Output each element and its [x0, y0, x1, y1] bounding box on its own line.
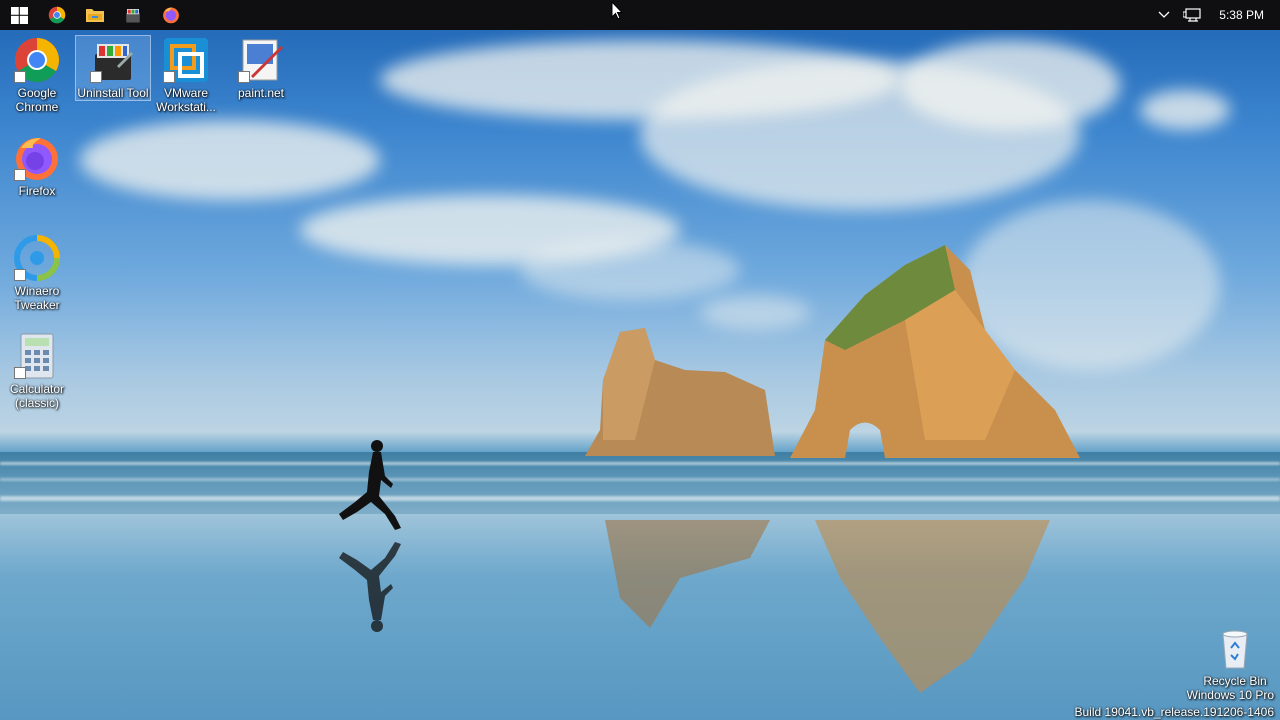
wallpaper-rock-reflection [815, 520, 1050, 693]
desktop-icon-label: VMware Workstati... [156, 86, 216, 114]
taskbar: 5:38 PM [0, 0, 1280, 30]
desktop-icon-uninstall-tool[interactable]: Uninstall Tool [75, 35, 151, 101]
calculator-icon [13, 332, 61, 380]
desktop-icon-calculator-classic[interactable]: Calculator (classic) [0, 332, 74, 410]
wallpaper-cloud [80, 120, 380, 200]
wallpaper-surf [0, 478, 1280, 481]
taskbar-firefox-button[interactable] [152, 0, 190, 30]
chrome-taskbar-icon [48, 6, 66, 24]
chevron-up-icon [1158, 11, 1170, 18]
network-icon [1183, 8, 1201, 22]
shortcut-arrow-icon [14, 269, 26, 281]
shortcut-arrow-icon [14, 367, 26, 379]
recycle-bin-icon [1211, 624, 1259, 672]
desktop-icon-label: Firefox [18, 184, 56, 198]
taskbar-clock[interactable]: 5:38 PM [1205, 8, 1280, 22]
firefox-taskbar-icon [163, 7, 179, 24]
mouse-cursor-icon [611, 1, 623, 20]
shortcut-arrow-icon [14, 71, 26, 83]
desktop-icon-winaero-tweaker[interactable]: Winaero Tweaker [0, 234, 74, 312]
desktop-icon-recycle-bin[interactable]: Recycle Bin [1198, 624, 1272, 688]
winaero-icon [13, 234, 61, 282]
desktop[interactable]: Google Chrome Uninstall Tool VMware Work… [0, 0, 1280, 720]
desktop-icon-label: Calculator (classic) [9, 382, 65, 410]
windows-edition-watermark: Windows 10 Pro [1186, 688, 1274, 702]
taskbar-uninstall-tool-button[interactable] [114, 0, 152, 30]
wallpaper-surf [0, 496, 1280, 501]
network-button[interactable] [1179, 0, 1205, 30]
firefox-icon [13, 134, 61, 182]
wallpaper-rock-left [585, 328, 775, 456]
windows-start-icon [10, 6, 28, 24]
desktop-icon-label: Winaero Tweaker [14, 284, 60, 312]
taskbar-chrome-button[interactable] [38, 0, 76, 30]
taskbar-file-explorer-button[interactable] [76, 0, 114, 30]
build-watermark: Build 19041.vb_release.191206-1406 [1074, 705, 1275, 719]
wallpaper-cloud [900, 40, 1120, 130]
chrome-icon [13, 36, 61, 84]
desktop-icon-label: Google Chrome [15, 86, 59, 114]
show-hidden-icons-button[interactable] [1149, 0, 1179, 30]
shortcut-arrow-icon [14, 169, 26, 181]
desktop-icon-label: Uninstall Tool [77, 86, 149, 100]
uninstall-tool-taskbar-icon [126, 9, 140, 23]
wallpaper-cloud [520, 240, 740, 300]
desktop-icon-label: Recycle Bin [1203, 674, 1267, 688]
desktop-icon-vmware[interactable]: VMware Workstati... [149, 36, 223, 114]
desktop-icon-google-chrome[interactable]: Google Chrome [0, 36, 74, 114]
file-explorer-taskbar-icon [86, 9, 104, 22]
wallpaper-cloud [1140, 90, 1230, 130]
wallpaper-rock-right [790, 245, 1080, 458]
start-button[interactable] [0, 0, 38, 30]
shortcut-arrow-icon [90, 71, 102, 83]
shortcut-arrow-icon [238, 71, 250, 83]
system-tray: 5:38 PM [1149, 0, 1280, 30]
uninstall-tool-icon [89, 36, 137, 84]
vmware-icon [162, 36, 210, 84]
wallpaper-surf [0, 462, 1280, 465]
wallpaper-rock-reflection [605, 520, 770, 628]
desktop-icon-paint-net[interactable]: paint.net [224, 36, 298, 100]
shortcut-arrow-icon [163, 71, 175, 83]
paint-net-icon [237, 36, 285, 84]
wallpaper-runner [339, 440, 401, 632]
desktop-icon-label: paint.net [237, 86, 285, 100]
desktop-icon-firefox[interactable]: Firefox [0, 134, 74, 198]
